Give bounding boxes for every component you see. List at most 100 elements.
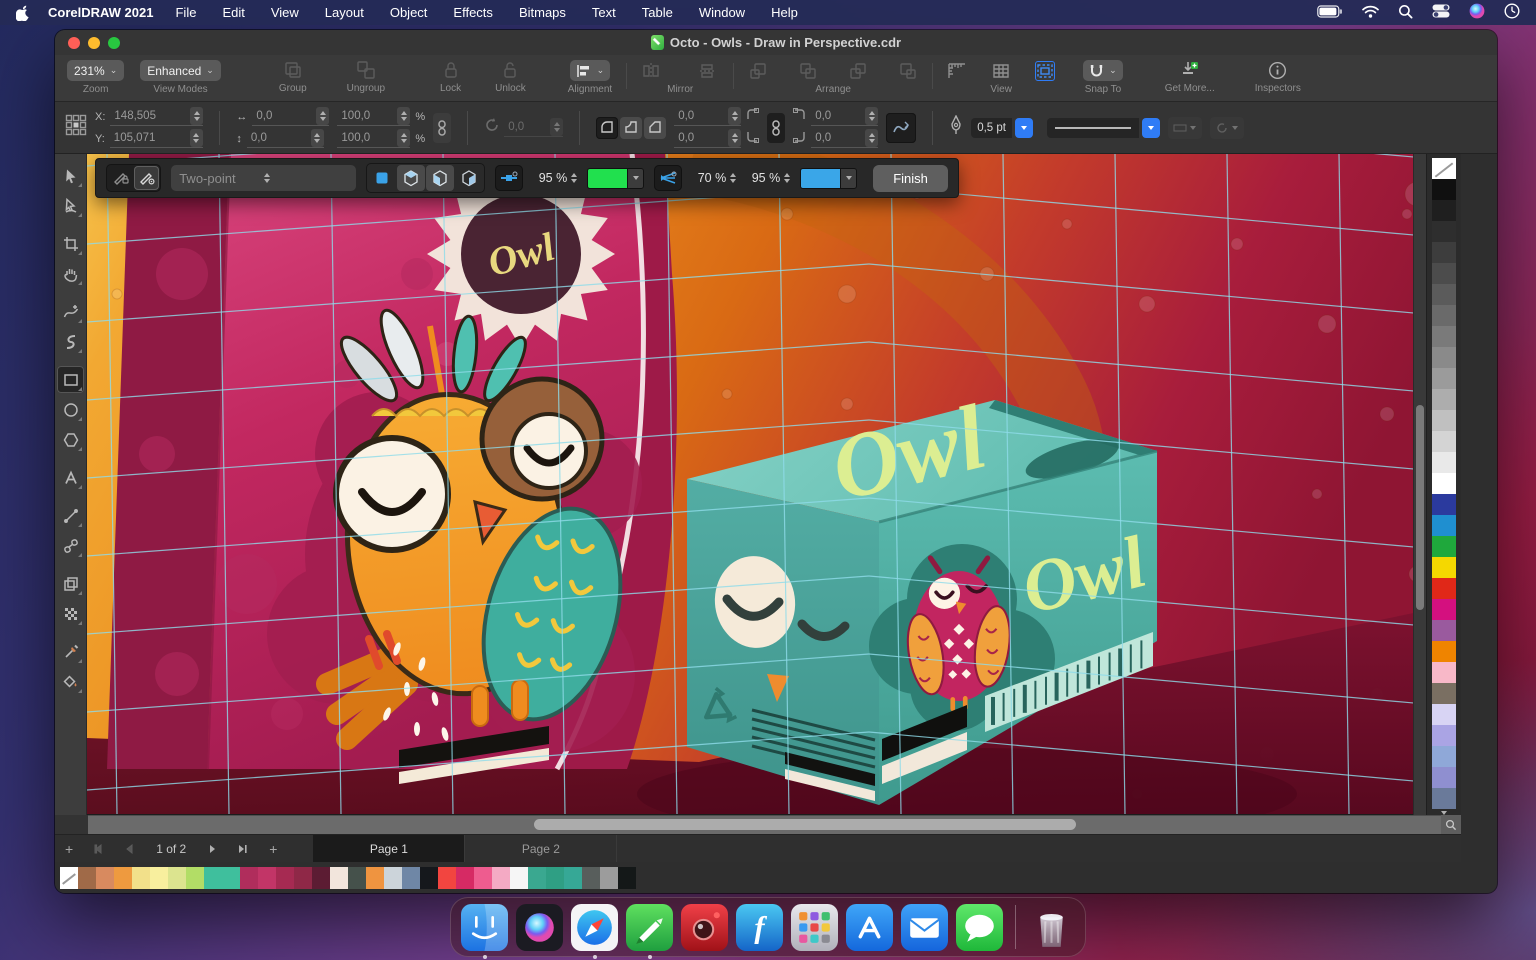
right-color-swatch[interactable] <box>1431 368 1456 389</box>
vertical-scrollbar-thumb[interactable] <box>1416 405 1425 611</box>
right-color-swatch[interactable] <box>1431 725 1456 746</box>
bottom-color-swatch[interactable] <box>600 866 618 889</box>
bottom-color-swatch[interactable] <box>168 866 186 889</box>
grid-icon[interactable] <box>991 61 1011 81</box>
zoom-window-button[interactable] <box>108 36 120 49</box>
menu-effects[interactable]: Effects <box>453 5 493 20</box>
menu-help[interactable]: Help <box>771 5 798 20</box>
bottom-color-swatch[interactable] <box>312 866 330 889</box>
bottom-color-swatch[interactable] <box>546 866 564 889</box>
zoom-control[interactable]: 231% ⌄ Zoom <box>67 60 125 95</box>
dock-font-manager-icon[interactable]: f <box>736 903 783 951</box>
add-page-start-button[interactable]: + <box>55 841 83 857</box>
bottom-color-swatch[interactable] <box>150 866 168 889</box>
menu-app-name[interactable]: CorelDRAW 2021 <box>48 5 153 20</box>
dock-launchpad-icon[interactable] <box>791 903 838 951</box>
perspective-type-dropdown[interactable]: Two-point <box>171 165 357 191</box>
bottom-color-swatch[interactable] <box>78 866 96 889</box>
right-color-swatch[interactable] <box>1431 515 1456 536</box>
page-border-icon[interactable] <box>1035 60 1056 81</box>
rotate-dropdown[interactable] <box>1209 116 1244 139</box>
bottom-color-swatch[interactable] <box>276 866 294 889</box>
right-color-swatch[interactable] <box>1431 683 1456 704</box>
round-corner-button[interactable] <box>596 116 619 139</box>
search-icon[interactable] <box>1398 4 1413 22</box>
apple-menu-icon[interactable] <box>16 5 30 21</box>
horizon-line-button[interactable] <box>654 165 683 191</box>
menu-file[interactable]: File <box>175 5 196 20</box>
bottom-color-swatch[interactable] <box>564 866 582 889</box>
right-color-swatch[interactable] <box>1431 767 1456 788</box>
rectangle-tool[interactable] <box>57 366 85 393</box>
corner-radius-tl-field[interactable]: 0,0 <box>674 107 742 126</box>
corner-radius-tr-field[interactable]: 0,0 <box>811 107 879 126</box>
line-color-picker[interactable] <box>800 167 858 189</box>
canvas-artwork[interactable]: Owl Owl Owl <box>87 154 1414 814</box>
right-color-swatch[interactable] <box>1431 263 1456 284</box>
right-color-swatch[interactable] <box>1431 473 1456 494</box>
mesh-fill-tool[interactable] <box>57 600 84 627</box>
bottom-color-swatch[interactable] <box>420 866 438 889</box>
battery-icon[interactable] <box>1317 4 1343 21</box>
to-front-icon[interactable] <box>748 61 768 81</box>
right-color-swatch[interactable] <box>1431 557 1456 578</box>
line-style-dropdown[interactable] <box>1141 117 1160 138</box>
right-color-swatch[interactable] <box>1431 200 1456 221</box>
object-height-field[interactable]: 0,0 <box>246 129 324 148</box>
previous-page-button[interactable] <box>115 841 144 857</box>
grid-color-picker[interactable] <box>587 167 645 189</box>
bottom-color-swatch[interactable] <box>114 866 132 889</box>
get-more-button[interactable]: Get More... <box>1165 60 1215 94</box>
menu-table[interactable]: Table <box>642 5 673 20</box>
eyedropper-tool[interactable] <box>57 638 84 665</box>
grid-opacity-field[interactable]: 95 % <box>533 171 578 185</box>
back-one-icon[interactable] <box>848 61 868 81</box>
polygon-tool[interactable] <box>57 426 84 453</box>
right-color-swatch[interactable] <box>1431 704 1456 725</box>
pan-tool[interactable] <box>57 260 84 287</box>
bottom-color-swatch[interactable] <box>294 866 312 889</box>
vertical-scrollbar[interactable] <box>1413 154 1426 815</box>
right-color-swatch[interactable] <box>1431 620 1456 641</box>
dock-messages-icon[interactable] <box>956 903 1003 951</box>
drop-shadow-tool[interactable] <box>57 570 84 597</box>
artistic-media-tool[interactable] <box>57 328 84 355</box>
interactive-fill-tool[interactable] <box>57 668 84 695</box>
line-tool[interactable] <box>57 502 84 529</box>
right-color-swatch[interactable] <box>1431 242 1456 263</box>
right-color-none-swatch[interactable] <box>1431 158 1456 179</box>
first-page-button[interactable] <box>83 841 115 857</box>
right-color-swatch[interactable] <box>1431 662 1456 683</box>
object-width-field[interactable]: 0,0 <box>252 107 330 126</box>
dock-app-store-icon[interactable] <box>846 903 893 951</box>
right-color-swatch[interactable] <box>1431 599 1456 620</box>
bottom-color-none-swatch[interactable] <box>60 866 78 889</box>
dock-safari-icon[interactable] <box>571 903 618 951</box>
menu-object[interactable]: Object <box>390 5 428 20</box>
bottom-color-swatch[interactable] <box>492 866 510 889</box>
dock-siri-icon[interactable] <box>516 903 563 951</box>
bottom-color-swatch[interactable] <box>330 866 348 889</box>
add-page-button[interactable]: + <box>259 841 287 857</box>
finish-button[interactable]: Finish <box>873 164 948 192</box>
lock-perspective-button[interactable] <box>108 166 133 190</box>
bottom-color-swatch[interactable] <box>510 866 528 889</box>
title-bar[interactable]: Octo - Owls - Draw in Perspective.cdr <box>55 30 1497 55</box>
right-color-swatch[interactable] <box>1431 326 1456 347</box>
bottom-color-swatch[interactable] <box>186 866 204 889</box>
right-plane-button[interactable] <box>455 165 483 191</box>
scale-height-field[interactable]: 100,0 <box>337 129 411 148</box>
y-position-field[interactable]: 105,071 <box>109 129 203 148</box>
bottom-color-swatch[interactable] <box>582 866 600 889</box>
lock-button[interactable]: Lock <box>440 60 461 94</box>
right-color-swatch[interactable] <box>1431 452 1456 473</box>
right-color-swatch[interactable] <box>1431 305 1456 326</box>
horizontal-scrollbar[interactable] <box>55 815 1461 834</box>
outline-width-dropdown[interactable] <box>1014 117 1033 138</box>
dock-coreldraw-icon[interactable] <box>626 903 673 951</box>
bottom-color-swatch[interactable] <box>132 866 150 889</box>
menu-edit[interactable]: Edit <box>222 5 244 20</box>
wifi-icon[interactable] <box>1362 5 1379 21</box>
rotation-field[interactable]: 0,0 <box>504 118 564 137</box>
next-page-button[interactable] <box>198 841 227 857</box>
